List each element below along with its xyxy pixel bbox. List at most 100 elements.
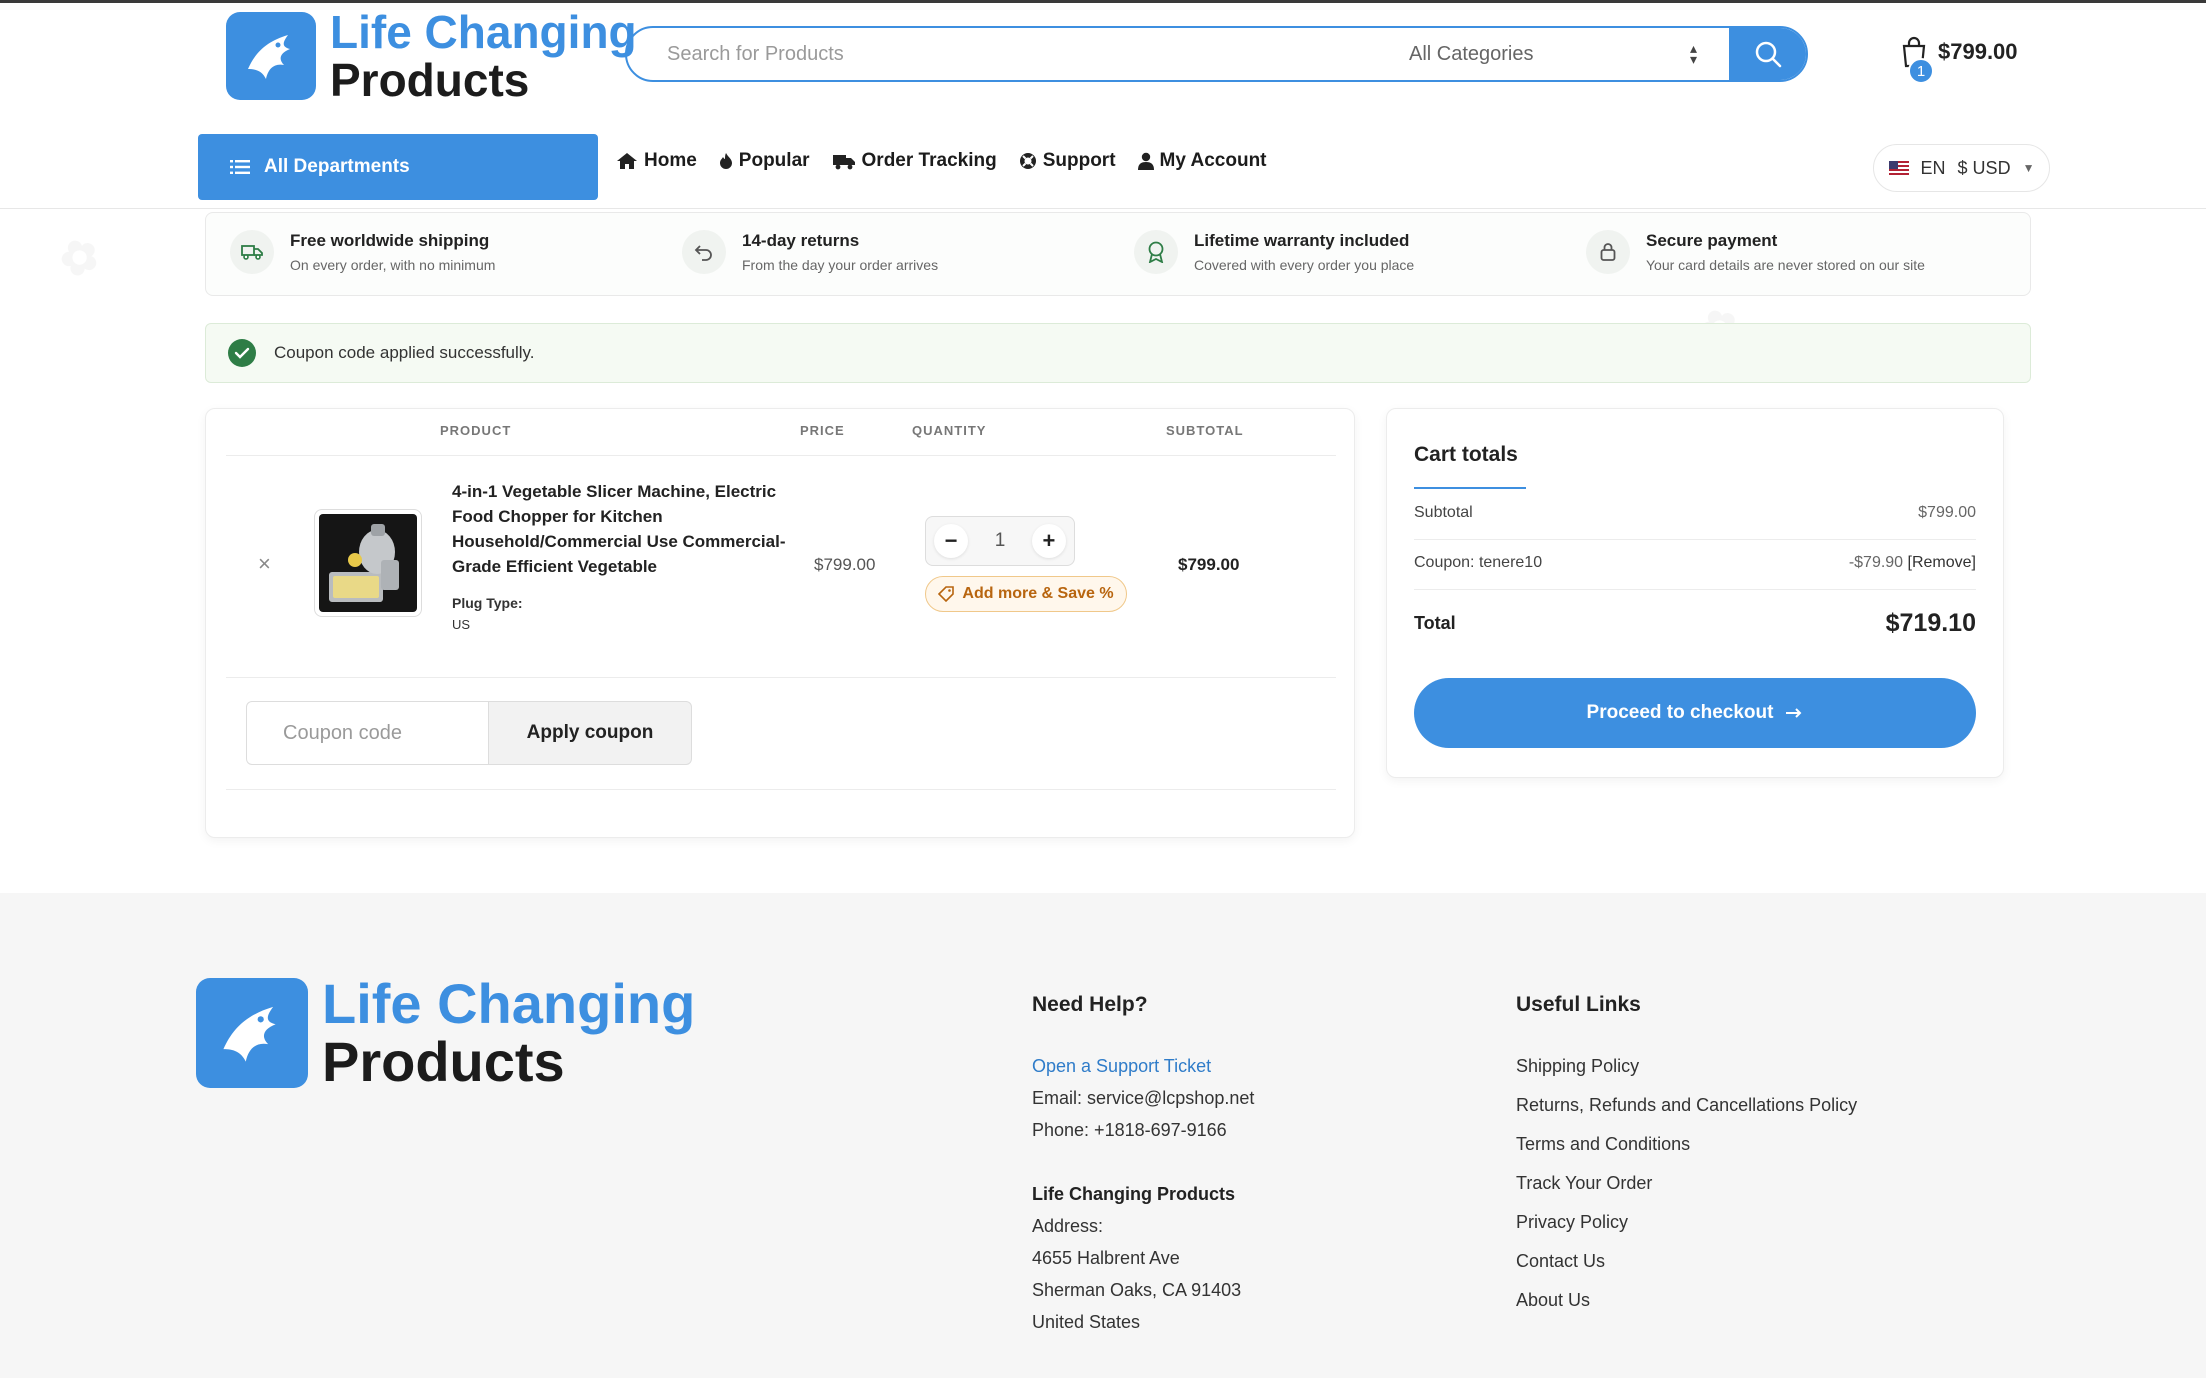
remove-coupon-link[interactable]: [Remove]: [1908, 554, 1976, 571]
all-departments-label: All Departments: [264, 156, 410, 177]
product-thumbnail[interactable]: [314, 509, 422, 617]
coupon-code-input[interactable]: [246, 701, 490, 765]
truck-icon: [230, 230, 274, 274]
header-logo[interactable]: Life Changing Products: [226, 9, 637, 103]
header-cart[interactable]: 1 $799.00: [1900, 36, 2018, 84]
apply-coupon-button[interactable]: Apply coupon: [488, 701, 692, 765]
product-price: $799.00: [814, 555, 876, 574]
lock-icon: [1586, 230, 1630, 274]
footer-address-line-1: 4655 Halbrent Ave: [1032, 1248, 1180, 1268]
quantity-value[interactable]: 1: [995, 530, 1006, 552]
search-input[interactable]: [627, 28, 1409, 80]
logo-wordmark: Life Changing Products: [322, 976, 695, 1090]
product-name-link[interactable]: 4-in-1 Vegetable Slicer Machine, Electri…: [452, 479, 792, 579]
subtotal-value: $799.00: [1918, 504, 1976, 521]
total-label: Total: [1414, 613, 1456, 633]
feature-title: Secure payment: [1646, 231, 1778, 250]
award-icon: [1134, 230, 1178, 274]
subtotal-label: Subtotal: [1414, 504, 1473, 521]
main-nav: Home Popular Order Tracking Support My A…: [616, 150, 1267, 172]
product-option-value: US: [452, 617, 471, 632]
flame-icon: [719, 153, 732, 169]
cart-count-badge: 1: [1908, 58, 1934, 84]
footer-link-about[interactable]: About Us: [1516, 1290, 1590, 1311]
notice-text: Coupon code applied successfully.: [274, 343, 535, 362]
dragon-logo-icon: [226, 12, 316, 100]
support-ticket-link[interactable]: Open a Support Ticket: [1032, 1056, 1211, 1077]
footer-link-contact[interactable]: Contact Us: [1516, 1251, 1605, 1272]
total-value: $719.10: [1885, 609, 1976, 637]
locale-switcher[interactable]: EN $ USD ▼: [1873, 144, 2050, 192]
user-icon: [1137, 152, 1154, 170]
remove-item-button[interactable]: ×: [258, 551, 271, 577]
feature-subtitle: Your card details are never stored on ou…: [1646, 257, 1925, 273]
nav-label-popular: Popular: [738, 150, 810, 171]
lifebuoy-icon: [1019, 153, 1036, 169]
logo-wordmark: Life Changing Products: [330, 9, 637, 103]
caret-down-icon: ▼: [2022, 161, 2035, 175]
nav-item-order-tracking[interactable]: Order Tracking: [832, 150, 997, 172]
search-icon: [1755, 41, 1781, 68]
feature-title: Free worldwide shipping: [290, 231, 490, 250]
all-departments-button[interactable]: All Departments: [198, 134, 598, 200]
add-more-save-label: Add more & Save %: [962, 585, 1114, 602]
column-header-product: PRODUCT: [440, 423, 512, 438]
coupon-value-row: -$79.90 [Remove]: [1849, 554, 1976, 572]
feature-subtitle: From the day your order arrives: [742, 257, 939, 273]
footer-link-shipping-policy[interactable]: Shipping Policy: [1516, 1056, 1639, 1077]
feature-subtitle: On every order, with no minimum: [290, 257, 496, 273]
category-select-value: All Categories: [1409, 42, 1534, 65]
footer-link-track-order[interactable]: Track Your Order: [1516, 1173, 1652, 1194]
add-more-save-button[interactable]: Add more & Save %: [925, 576, 1127, 612]
top-border: [0, 0, 2206, 3]
product-option-label: Plug Type:: [452, 595, 523, 611]
tag-icon: [938, 586, 955, 602]
nav-item-popular[interactable]: Popular: [719, 150, 810, 172]
cart-table: PRODUCT PRICE QUANTITY SUBTOTAL × 4-in-1…: [205, 408, 1355, 838]
totals-divider: [1414, 589, 1976, 590]
us-flag-icon: [1888, 161, 1909, 175]
need-help-heading: Need Help?: [1032, 993, 1148, 1016]
proceed-to-checkout-button[interactable]: Proceed to checkout: [1414, 678, 1976, 748]
arrow-right-icon: [1786, 708, 1802, 718]
select-arrows-icon: ▴ ▾: [1689, 39, 1697, 67]
footer-link-privacy[interactable]: Privacy Policy: [1516, 1212, 1628, 1233]
cart-totals-title: Cart totals: [1414, 443, 1518, 466]
coupon-discount-value: -$79.90: [1848, 554, 1904, 571]
column-header-quantity: QUANTITY: [912, 423, 987, 438]
product-image: [319, 514, 417, 612]
feature-secure-payment: Secure payment Your card details are nev…: [1586, 230, 1925, 274]
footer-link-returns-policy[interactable]: Returns, Refunds and Cancellations Polic…: [1516, 1095, 1857, 1116]
quantity-increase-button[interactable]: +: [1031, 524, 1066, 558]
footer-phone: Phone: +1818-697-9166: [1032, 1120, 1227, 1140]
footer-link-terms[interactable]: Terms and Conditions: [1516, 1134, 1690, 1155]
quantity-decrease-button[interactable]: −: [934, 524, 968, 558]
nav-item-my-account[interactable]: My Account: [1137, 150, 1267, 172]
feature-warranty: Lifetime warranty included Covered with …: [1134, 230, 1414, 274]
language-value: EN: [1920, 157, 1946, 178]
table-row-divider: [226, 677, 1336, 678]
footer-logo[interactable]: Life Changing Products: [196, 976, 695, 1090]
home-icon: [617, 153, 637, 169]
return-icon: [682, 230, 726, 274]
column-header-price: PRICE: [800, 423, 845, 438]
search-button[interactable]: [1729, 28, 1806, 80]
table-footer-divider: [226, 789, 1336, 790]
table-header-divider: [226, 455, 1336, 456]
nav-label-order-tracking: Order Tracking: [861, 150, 997, 171]
product-subtotal: $799.00: [1178, 555, 1240, 574]
search-bar: All Categories ▴▾: [625, 26, 1808, 82]
feature-title: Lifetime warranty included: [1194, 231, 1410, 250]
nav-item-home[interactable]: Home: [616, 150, 697, 172]
nav-item-support[interactable]: Support: [1019, 150, 1116, 172]
footer-email: Email: service@lcpshop.net: [1032, 1088, 1255, 1108]
totals-divider: [1414, 539, 1976, 540]
truck-icon: [832, 155, 855, 170]
category-select[interactable]: All Categories ▴ ▾: [1409, 28, 1729, 80]
logo-line-1: Life Changing: [330, 6, 637, 58]
nav-label-home: Home: [644, 150, 697, 171]
logo-line-1: Life Changing: [322, 972, 696, 1035]
site-footer: Life Changing Products Need Help? Open a…: [0, 893, 2206, 1378]
nav-label-support: Support: [1042, 150, 1116, 171]
useful-links-heading: Useful Links: [1516, 993, 1641, 1016]
